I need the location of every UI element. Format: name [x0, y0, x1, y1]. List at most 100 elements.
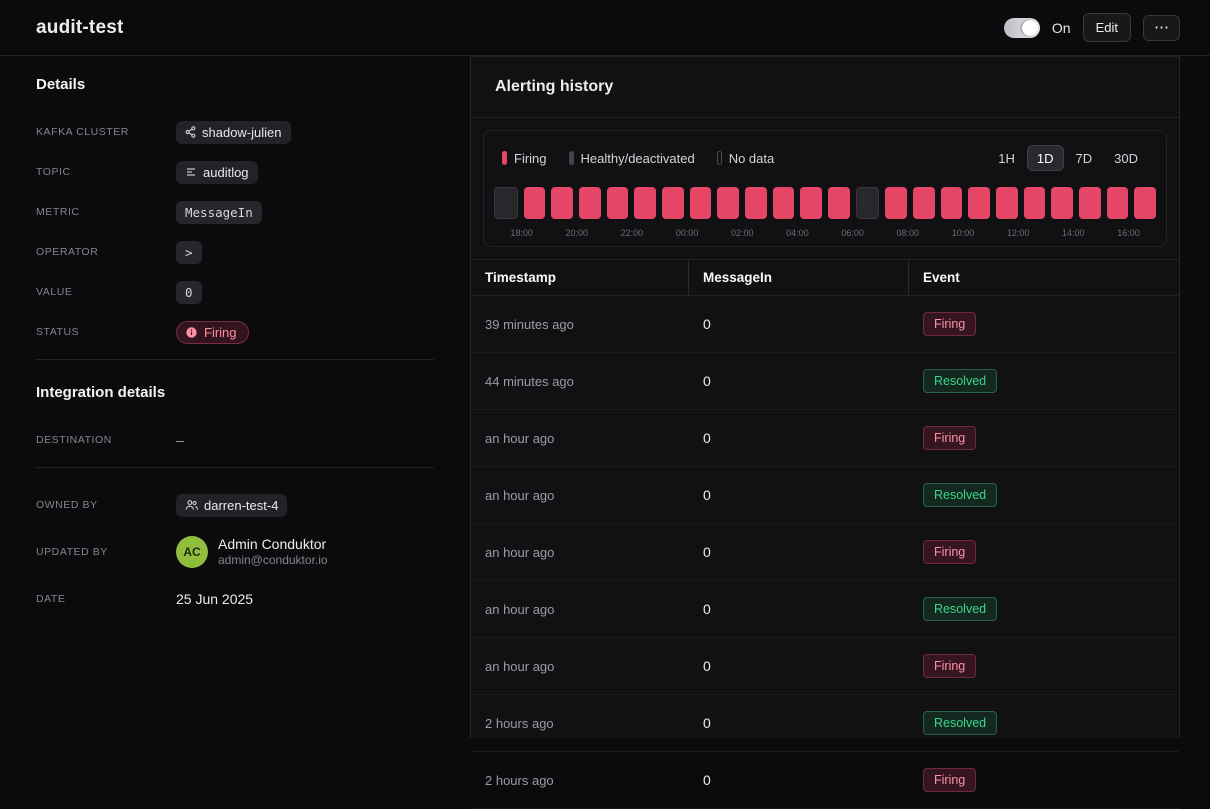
- heatmap-bar[interactable]: [634, 187, 656, 219]
- heatmap-bar[interactable]: [551, 187, 573, 219]
- axis-label: 02:00: [715, 228, 770, 238]
- field-label-status: STATUS: [36, 326, 176, 338]
- legend-item: No data: [717, 151, 775, 166]
- field-label-destination: DESTINATION: [36, 434, 176, 446]
- heatmap-bar[interactable]: [690, 187, 712, 219]
- timestamp-cell: 44 minutes ago: [471, 353, 689, 409]
- time-range-selector: 1H1D7D30D: [988, 145, 1148, 171]
- field-label-operator: OPERATOR: [36, 246, 176, 258]
- heatmap-bar[interactable]: [494, 187, 518, 219]
- timestamp-cell: an hour ago: [471, 581, 689, 637]
- edit-button[interactable]: Edit: [1083, 13, 1131, 42]
- updated-by-name: Admin Conduktor: [218, 536, 328, 553]
- range-button[interactable]: 1D: [1027, 145, 1064, 171]
- heatmap-bar[interactable]: [773, 187, 795, 219]
- field-date: DATE 25 Jun 2025: [36, 586, 434, 612]
- event-badge: Resolved: [923, 711, 997, 735]
- heatmap-bar[interactable]: [1024, 187, 1046, 219]
- field-destination: DESTINATION –: [36, 427, 434, 453]
- heatmap-bar[interactable]: [745, 187, 767, 219]
- timestamp-cell: an hour ago: [471, 524, 689, 580]
- range-button[interactable]: 1H: [988, 145, 1025, 171]
- event-cell: Resolved: [909, 695, 1179, 751]
- main-content: Details KAFKA CLUSTER shadow-julien TOPI…: [0, 56, 1210, 738]
- alert-table: Timestamp MessageIn Event 39 minutes ago…: [471, 259, 1179, 809]
- timestamp-cell: an hour ago: [471, 410, 689, 466]
- heatmap-bar[interactable]: [996, 187, 1018, 219]
- legend-item: Firing: [502, 151, 547, 166]
- axis-label: 06:00: [825, 228, 880, 238]
- toggle-knob: [1022, 20, 1038, 36]
- legend-item: Healthy/deactivated: [569, 151, 695, 166]
- heatmap-bar[interactable]: [607, 187, 629, 219]
- range-button[interactable]: 30D: [1104, 145, 1148, 171]
- table-row: an hour ago 0 Firing: [471, 524, 1179, 581]
- heatmap-bar[interactable]: [885, 187, 907, 219]
- card-header: Alerting history: [471, 57, 1179, 118]
- owner-name: darren-test-4: [204, 498, 278, 513]
- heatmap-bar[interactable]: [941, 187, 963, 219]
- event-badge: Firing: [923, 654, 976, 678]
- heatmap-bar[interactable]: [662, 187, 684, 219]
- field-owned-by: OWNED BY darren-test-4: [36, 492, 434, 518]
- table-row: an hour ago 0 Resolved: [471, 467, 1179, 524]
- value-cell: 0: [689, 581, 909, 637]
- more-button[interactable]: ⋯: [1143, 15, 1180, 41]
- field-status: STATUS Firing: [36, 319, 434, 345]
- axis-label: 10:00: [935, 228, 990, 238]
- event-cell: Firing: [909, 752, 1179, 808]
- event-badge: Firing: [923, 540, 976, 564]
- field-label-topic: TOPIC: [36, 166, 176, 178]
- heatmap-bar[interactable]: [1134, 187, 1156, 219]
- field-label-metric: METRIC: [36, 206, 176, 218]
- heatmap-bar[interactable]: [856, 187, 880, 219]
- status-badge: Firing: [176, 321, 249, 344]
- heatmap-bar[interactable]: [579, 187, 601, 219]
- heatmap-bar[interactable]: [828, 187, 850, 219]
- axis-label: 20:00: [549, 228, 604, 238]
- owned-by-chip[interactable]: darren-test-4: [176, 494, 287, 517]
- heatmap-bar[interactable]: [524, 187, 546, 219]
- field-label-owned-by: OWNED BY: [36, 499, 176, 511]
- heatmap-bar[interactable]: [913, 187, 935, 219]
- heatmap-bar[interactable]: [800, 187, 822, 219]
- table-row: 44 minutes ago 0 Resolved: [471, 353, 1179, 410]
- event-badge: Firing: [923, 768, 976, 792]
- axis-label: 08:00: [880, 228, 935, 238]
- field-metric: METRIC MessageIn: [36, 199, 434, 225]
- axis-label: 12:00: [991, 228, 1046, 238]
- legend-label: No data: [729, 151, 775, 166]
- timestamp-cell: 39 minutes ago: [471, 296, 689, 352]
- event-cell: Firing: [909, 410, 1179, 466]
- card-title: Alerting history: [495, 78, 1155, 96]
- table-row: an hour ago 0 Firing: [471, 638, 1179, 695]
- value-cell: 0: [689, 638, 909, 694]
- heatmap: [494, 187, 1156, 219]
- range-button[interactable]: 7D: [1066, 145, 1103, 171]
- axis-label: 00:00: [660, 228, 715, 238]
- table-row: 2 hours ago 0 Resolved: [471, 695, 1179, 752]
- cluster-chip[interactable]: shadow-julien: [176, 121, 291, 144]
- event-badge: Resolved: [923, 369, 997, 393]
- heatmap-bar[interactable]: [968, 187, 990, 219]
- topic-name: auditlog: [203, 165, 249, 180]
- heatmap-bar[interactable]: [1079, 187, 1101, 219]
- timestamp-cell: 2 hours ago: [471, 752, 689, 808]
- kafka-cluster-icon: [185, 126, 196, 138]
- info-icon: [185, 326, 198, 339]
- event-badge: Resolved: [923, 597, 997, 621]
- heatmap-bar[interactable]: [1051, 187, 1073, 219]
- heatmap-bar[interactable]: [717, 187, 739, 219]
- heatmap-bar[interactable]: [1107, 187, 1129, 219]
- event-badge: Resolved: [923, 483, 997, 507]
- value-cell: 0: [689, 296, 909, 352]
- topic-chip[interactable]: auditlog: [176, 161, 258, 184]
- event-cell: Firing: [909, 524, 1179, 580]
- enabled-toggle[interactable]: [1004, 18, 1040, 38]
- field-topic: TOPIC auditlog: [36, 159, 434, 185]
- metric-chip: MessageIn: [176, 201, 262, 224]
- timestamp-cell: an hour ago: [471, 638, 689, 694]
- status-text: Firing: [204, 325, 237, 340]
- integration-heading: Integration details: [36, 384, 434, 401]
- value-cell: 0: [689, 524, 909, 580]
